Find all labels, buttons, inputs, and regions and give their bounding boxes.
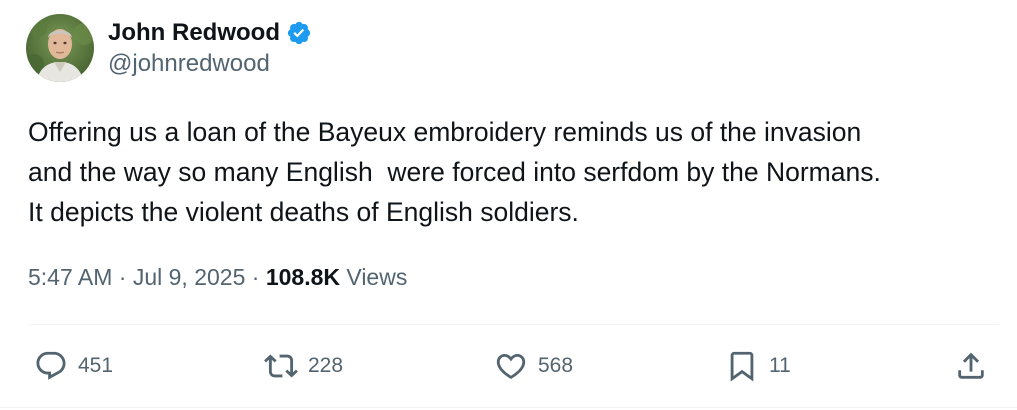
heart-icon <box>494 349 528 383</box>
reply-button[interactable]: 451 <box>34 346 113 386</box>
verified-badge-icon[interactable] <box>286 20 312 46</box>
like-button[interactable]: 568 <box>494 346 573 386</box>
reply-count: 451 <box>78 354 114 377</box>
action-bar: 451 228 568 11 <box>0 340 1017 392</box>
divider <box>28 324 999 325</box>
avatar-photo <box>26 14 94 82</box>
tweet-date[interactable]: Jul 9, 2025 <box>133 264 246 291</box>
share-icon <box>954 349 988 383</box>
views-count: 108.8K <box>265 263 340 290</box>
reply-icon <box>34 349 68 383</box>
bottom-divider <box>0 407 1017 408</box>
tweet-card: John Redwood @johnredwood Offering us a … <box>0 0 1017 410</box>
views-label: Views <box>340 263 408 290</box>
tweet-meta: 5:47 AM · Jul 9, 2025 · 108.8K Views <box>28 262 407 292</box>
tweet-time[interactable]: 5:47 AM <box>28 264 112 291</box>
repost-icon <box>264 349 298 383</box>
bookmark-icon <box>725 349 759 383</box>
bookmark-button[interactable]: 11 <box>725 346 791 386</box>
author-display-name[interactable]: John Redwood <box>108 19 280 47</box>
author-handle[interactable]: @johnredwood <box>108 50 270 78</box>
repost-button[interactable]: 228 <box>264 346 343 386</box>
tweet-text: Offering us a loan of the Bayeux embroid… <box>28 117 881 227</box>
share-button[interactable] <box>954 346 988 386</box>
repost-count: 228 <box>308 354 344 377</box>
meta-separator: · <box>245 263 266 290</box>
author-name-row: John Redwood <box>108 16 312 50</box>
like-count: 568 <box>538 354 574 377</box>
bookmark-count: 11 <box>769 354 791 377</box>
meta-separator: · <box>112 263 133 290</box>
avatar[interactable] <box>26 14 94 82</box>
